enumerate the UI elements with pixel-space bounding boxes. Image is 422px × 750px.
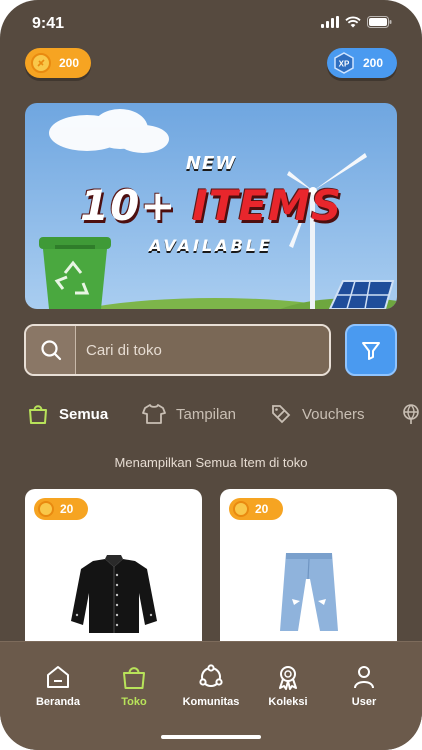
shirt-icon: [142, 404, 166, 424]
status-icons: [321, 16, 392, 28]
tab-vouchers[interactable]: Vouchers: [270, 397, 365, 431]
community-icon: [199, 664, 223, 687]
banner-headline-items: 10+ ITEMS: [25, 181, 397, 230]
wifi-icon: [345, 16, 361, 28]
category-tabs: Semua Tampilan Vouchers: [0, 397, 422, 431]
nav-label: Koleksi: [268, 696, 308, 708]
signal-icon: [321, 16, 339, 28]
xp-label: XP: [339, 60, 350, 69]
banner-count: 10+: [79, 181, 177, 230]
shopping-bag-icon: [123, 667, 145, 689]
black-jacket-image: [71, 555, 157, 633]
coin-amount: 200: [59, 56, 80, 70]
nav-toko[interactable]: Toko: [99, 664, 169, 708]
award-icon: [279, 666, 297, 690]
coin-icon: [31, 53, 51, 73]
status-time: 9:41: [32, 15, 65, 32]
ripped-jeans-image: [280, 553, 338, 631]
battery-icon: [367, 16, 392, 28]
tab-label: Tampilan: [176, 405, 237, 423]
filter-button[interactable]: [345, 324, 397, 376]
tab-semua[interactable]: Semua: [27, 397, 108, 431]
coin-balance[interactable]: 200: [25, 48, 91, 78]
cloud-icon: [49, 109, 169, 153]
nav-label: Toko: [121, 696, 147, 708]
xp-icon: XP: [333, 52, 355, 74]
nav-user[interactable]: User: [329, 664, 399, 708]
xp-balance[interactable]: XP 200: [327, 48, 397, 78]
tab-label: Semua: [59, 405, 109, 423]
shopping-bag-icon: [29, 405, 47, 424]
bottom-nav: Beranda Toko Komunitas Koleksi User: [0, 641, 422, 750]
nav-beranda[interactable]: Beranda: [23, 664, 93, 708]
user-icon: [354, 666, 374, 689]
app-screen: 9:41 200 XP 200 NEW 10+ ITEMS AVAILABLE …: [0, 0, 422, 750]
tab-more[interactable]: [400, 397, 422, 431]
tab-tampilan[interactable]: Tampilan: [142, 397, 236, 431]
home-indicator[interactable]: [161, 735, 261, 739]
xp-amount: 200: [363, 56, 384, 70]
nav-komunitas[interactable]: Komunitas: [176, 664, 246, 708]
home-icon: [47, 666, 69, 688]
filter-icon: [362, 342, 380, 360]
banner-items-word: ITEMS: [192, 181, 343, 230]
solar-panel-icon: [328, 280, 395, 309]
tab-label: Vouchers: [302, 405, 365, 423]
banner-headline-new: NEW: [185, 153, 237, 174]
nav-koleksi[interactable]: Koleksi: [253, 664, 323, 708]
product-card[interactable]: 20: [220, 489, 397, 659]
search-input[interactable]: [76, 326, 329, 374]
search-icon[interactable]: [26, 326, 76, 374]
banner-headline-available: AVAILABLE: [149, 236, 273, 255]
nav-label: Komunitas: [182, 696, 240, 708]
results-info: Menampilkan Semua Item di toko: [114, 455, 308, 470]
voucher-icon: [272, 405, 291, 424]
nav-label: Beranda: [35, 696, 81, 708]
promo-banner[interactable]: NEW 10+ ITEMS AVAILABLE: [25, 103, 397, 309]
nav-label: User: [351, 696, 377, 708]
globe-icon: [403, 404, 419, 424]
search-bar: [24, 324, 331, 376]
product-card[interactable]: 20: [25, 489, 202, 659]
status-bar: 9:41: [0, 0, 422, 46]
